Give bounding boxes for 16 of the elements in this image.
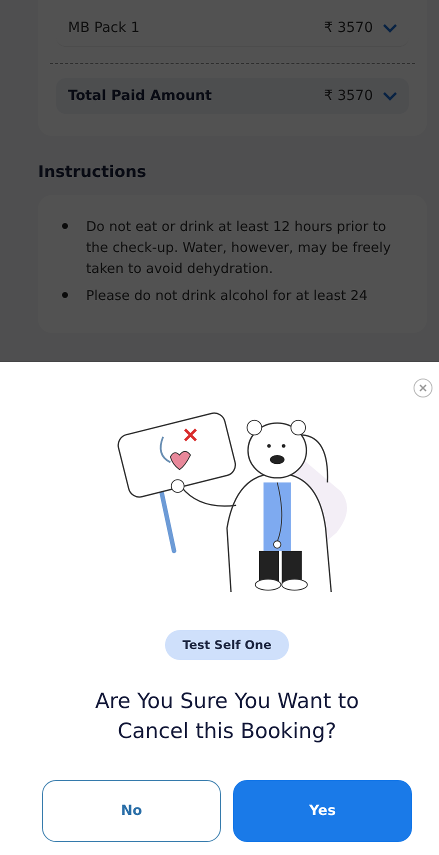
chevron-down-icon[interactable] [383, 23, 397, 33]
bullet-icon [62, 292, 68, 298]
amount: ₹ 3570 [324, 88, 373, 104]
bullet-icon [62, 223, 68, 229]
package-name: MB Pack 1 [68, 20, 140, 36]
close-icon[interactable] [413, 378, 433, 398]
confirm-button[interactable]: Yes [233, 780, 412, 842]
chevron-down-icon[interactable] [383, 91, 397, 101]
total-label: Total Paid Amount [68, 88, 212, 104]
cancel-button[interactable]: No [42, 780, 221, 842]
amount: ₹ 3570 [324, 20, 373, 36]
patient-chip: Test Self One [164, 630, 290, 660]
dialog-question: Are You Sure You Want to Cancel this Booking? [94, 688, 360, 745]
instruction-text: Do not eat or drink at least 12 hours prior to the check-up. Water, however, may be freely taken to avoid dehydration. [86, 218, 392, 279]
instruction-text: Please do not drink alcohol for at least 24 [86, 287, 368, 306]
section-title: Instructions [38, 162, 148, 181]
